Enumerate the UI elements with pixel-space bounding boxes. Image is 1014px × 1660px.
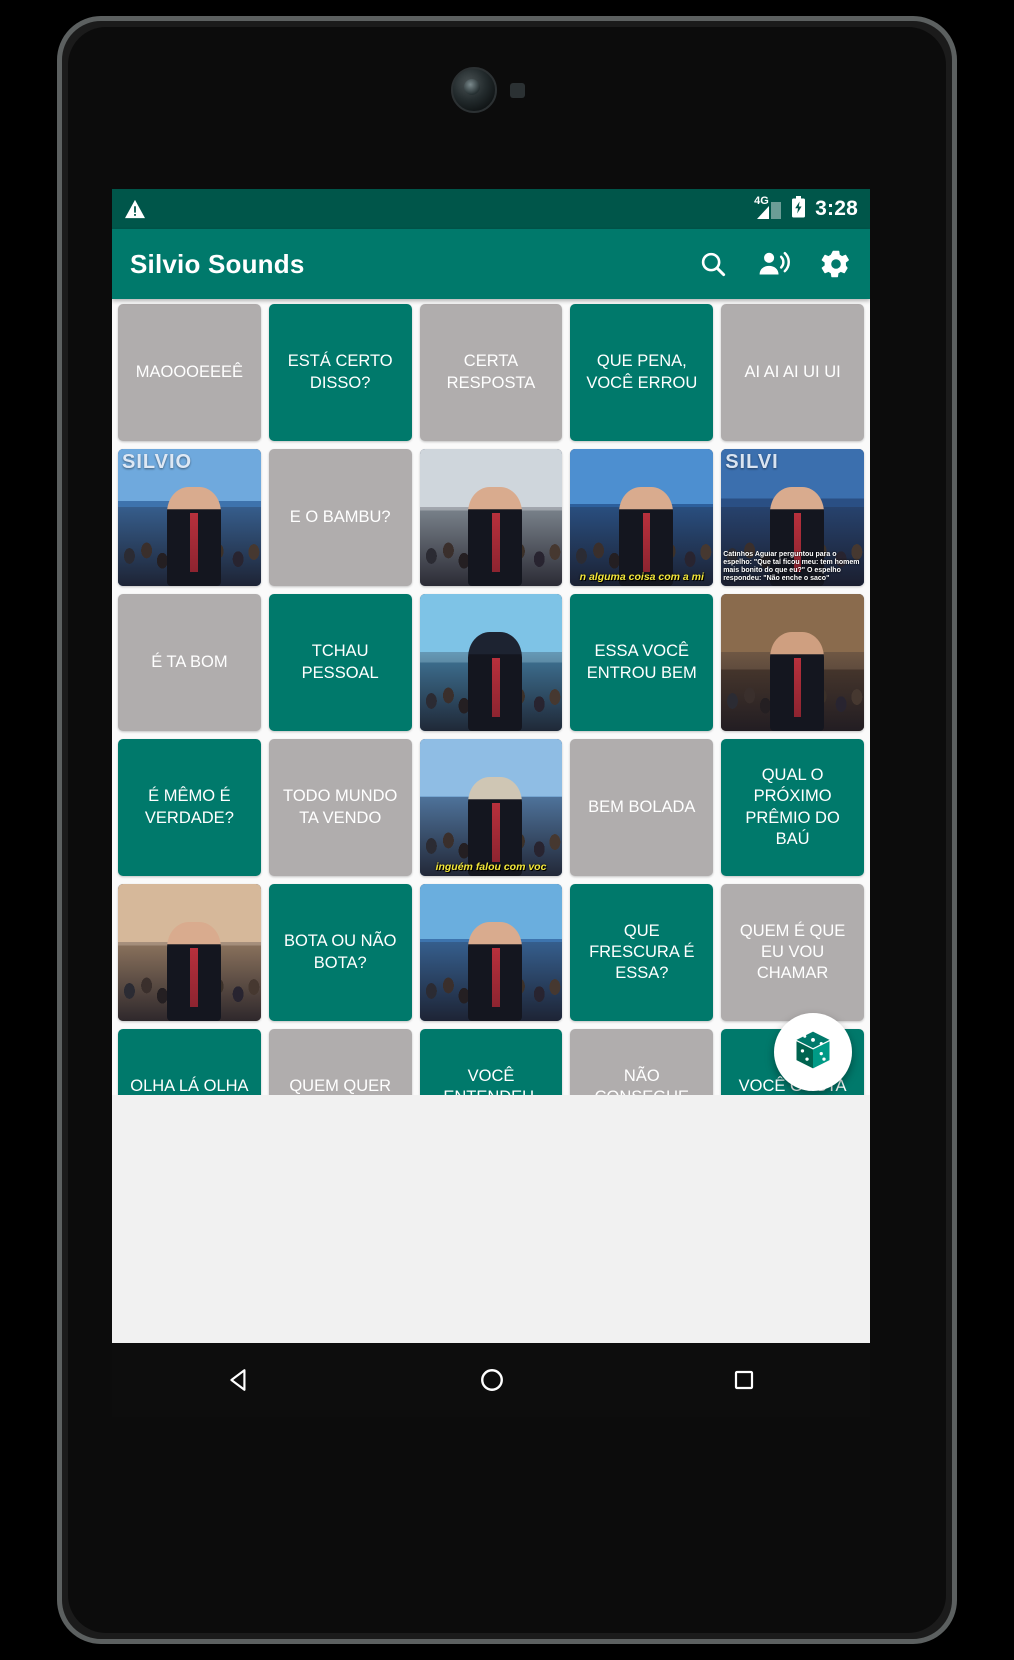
sound-tile[interactable]: BOTA OU NÃO BOTA? (268, 884, 412, 1021)
sound-tile-label: CERTA RESPOSTA (446, 352, 536, 392)
sound-tile-label: É MÊMO É VERDADE? (144, 787, 234, 827)
sound-tile[interactable]: ESTÁ CERTO DISSO? (268, 304, 412, 441)
sound-tile-label: AI AI AI UI UI (744, 362, 841, 381)
status-bar-right: 4G 3:28 (754, 195, 858, 223)
sound-tile[interactable]: AI AI AI UI UI (721, 304, 864, 441)
system-navigation-bar (112, 1343, 870, 1417)
sound-tile-thumbnail: SILVI Catinhos Aguiar perguntou para o es… (721, 449, 864, 586)
status-bar-left (124, 199, 146, 219)
sound-tile-label: ESSA VOCÊ ENTROU BEM (586, 642, 697, 682)
random-dice-button[interactable] (774, 1013, 852, 1091)
status-bar: 4G 3:28 (112, 189, 870, 229)
sound-tile-label: TCHAU PESSOAL (301, 642, 379, 682)
sound-tile[interactable]: QUEM QUER DINHEIRO (268, 1029, 412, 1095)
sound-tile[interactable]: SILVI Catinhos Aguiar perguntou para o es… (721, 449, 864, 586)
sound-tile[interactable]: CERTA RESPOSTA (419, 304, 563, 441)
sound-tile-label: OLHA LÁ OLHA LÁ (130, 1077, 249, 1095)
sound-tile-label: QUEM É QUE EU VOU CHAMAR (739, 921, 846, 983)
sound-tile-label: TODO MUNDO TA VENDO (283, 787, 398, 827)
front-camera-area (68, 49, 946, 121)
nav-home-button[interactable] (479, 1367, 505, 1393)
sound-tile[interactable]: BEM BOLADA (570, 739, 714, 876)
sound-tile[interactable]: ESSA VOCÊ ENTROU BEM (570, 594, 714, 731)
gear-icon[interactable] (820, 248, 852, 280)
status-bar-clock: 3:28 (815, 197, 858, 220)
share-voice-icon[interactable] (758, 249, 790, 279)
battery-charging-icon (791, 195, 806, 223)
sound-tile-label: BOTA OU NÃO BOTA? (283, 932, 397, 972)
sound-tile[interactable]: QUE PENA, VOCÊ ERROU (570, 304, 714, 441)
network-type-label: 4G (754, 195, 769, 207)
sound-tile-label: ESTÁ CERTO DISSO? (287, 352, 393, 392)
sound-tile[interactable] (721, 594, 864, 731)
device-screen: 4G 3:28 Silvio Sounds MAOOOEEEÊ ESTÁ CER… (112, 189, 870, 1417)
front-camera-lens (451, 67, 497, 113)
sound-tile-label: BEM BOLADA (588, 797, 696, 816)
device-bezel: 4G 3:28 Silvio Sounds MAOOOEEEÊ ESTÁ CER… (68, 27, 946, 1633)
thumbnail-host-figure (468, 922, 523, 1021)
sound-tile-label: QUE PENA, VOCÊ ERROU (586, 352, 698, 392)
sound-tile-thumbnail (118, 884, 261, 1021)
sound-tile[interactable]: TCHAU PESSOAL (268, 594, 412, 731)
sound-tile[interactable] (419, 449, 563, 586)
sound-tile[interactable]: VOCÊ ENTENDEU, MOISÉS? (419, 1029, 563, 1095)
app-bar: Silvio Sounds (112, 229, 870, 299)
tablet-device-frame: 4G 3:28 Silvio Sounds MAOOOEEEÊ ESTÁ CER… (57, 16, 957, 1644)
sound-tile-label: É TA BOM (151, 652, 228, 671)
sound-tile[interactable]: QUEM É QUE EU VOU CHAMAR (721, 884, 864, 1021)
sound-tile[interactable]: É MÊMO É VERDADE? (118, 739, 261, 876)
nav-back-button[interactable] (226, 1367, 252, 1393)
thumbnail-host-figure (468, 487, 523, 586)
sound-grid-container[interactable]: MAOOOEEEÊ ESTÁ CERTO DISSO? CERTA RESPOSTA… (112, 299, 870, 1095)
sound-tile[interactable] (419, 884, 563, 1021)
sound-tile-thumbnail (419, 594, 563, 731)
signal-bars-icon: 4G (754, 195, 782, 220)
sound-tile-label: QUE FRESCURA É ESSA? (589, 921, 695, 983)
sound-tile-label: E O BAMBU? (289, 507, 391, 526)
sound-tile[interactable]: NÃO CONSEGUE NÉ?! (570, 1029, 714, 1095)
thumbnail-host-figure (166, 922, 221, 1021)
sound-tile-thumbnail (419, 884, 563, 1021)
sound-tile[interactable] (118, 884, 261, 1021)
thumbnail-host-figure (468, 632, 523, 731)
thumbnail-caption: n alguma coisa com a mi (579, 571, 704, 583)
sound-tile-label: NÃO CONSEGUE NÉ?! (595, 1066, 689, 1095)
sound-tile-label: QUEM QUER DINHEIRO (289, 1077, 392, 1095)
sound-tile-thumbnail (721, 594, 864, 731)
sound-tile-thumbnail: SILVIO (118, 449, 261, 586)
sound-grid: MAOOOEEEÊ ESTÁ CERTO DISSO? CERTA RESPOSTA… (112, 299, 870, 1095)
thumbnail-caption: inguém falou com voc (435, 861, 547, 873)
sound-tile-label: VOCÊ ENTENDEU, MOISÉS? (443, 1066, 538, 1095)
sound-tile[interactable]: n alguma coisa com a mi (570, 449, 714, 586)
sound-tile-label: MAOOOEEEÊ (135, 362, 244, 381)
thumbnail-host-figure (166, 487, 221, 586)
thumbnail-show-logo: SILVIO (122, 451, 193, 473)
sound-tile[interactable]: E O BAMBU? (268, 449, 412, 586)
sound-tile[interactable]: OLHA LÁ OLHA LÁ (118, 1029, 261, 1095)
sound-tile-thumbnail (419, 449, 563, 586)
sound-tile[interactable]: QUAL O PRÓXIMO PRÊMIO DO BAÚ (721, 739, 864, 876)
thumbnail-host-figure (769, 632, 824, 731)
sound-tile[interactable]: TODO MUNDO TA VENDO (268, 739, 412, 876)
ambient-light-sensor (510, 83, 525, 98)
app-bar-actions (698, 248, 852, 280)
sound-tile[interactable]: SILVIO (118, 449, 261, 586)
sound-tile-thumbnail: n alguma coisa com a mi (570, 449, 714, 586)
nav-recents-button[interactable] (732, 1368, 756, 1392)
sound-tile[interactable]: MAOOOEEEÊ (118, 304, 261, 441)
sound-tile[interactable]: QUE FRESCURA É ESSA? (570, 884, 714, 1021)
thumbnail-caption: Catinhos Aguiar perguntou para o espelho… (723, 550, 860, 582)
search-icon[interactable] (698, 249, 728, 279)
thumbnail-show-logo: SILVI (725, 451, 779, 473)
sound-tile-label: QUAL O PRÓXIMO PRÊMIO DO BAÚ (745, 766, 840, 848)
empty-content-area (112, 1095, 870, 1225)
dice-icon (791, 1028, 835, 1077)
sound-tile[interactable] (419, 594, 563, 731)
app-title: Silvio Sounds (130, 248, 305, 279)
sound-tile[interactable]: É TA BOM (118, 594, 261, 731)
sound-tile-thumbnail: inguém falou com voc (419, 739, 563, 876)
sound-tile[interactable]: inguém falou com voc (419, 739, 563, 876)
warning-triangle-icon (124, 199, 146, 219)
